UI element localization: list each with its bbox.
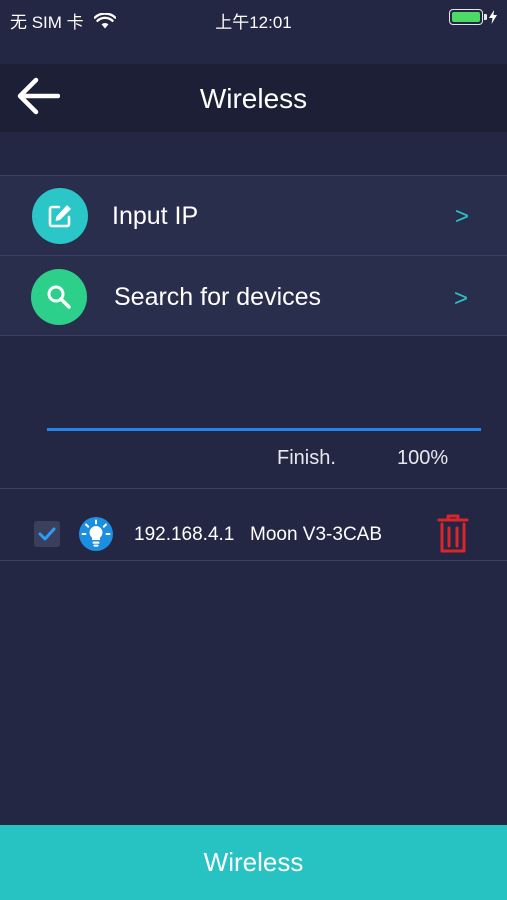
battery-fill <box>452 12 480 22</box>
checkmark-icon <box>38 527 56 541</box>
search-devices-row[interactable]: Search for devices > <box>0 255 507 336</box>
status-time: 上午12:01 <box>215 13 292 32</box>
status-right <box>449 9 497 25</box>
charging-bolt-icon <box>489 10 497 24</box>
search-icon-circle <box>31 269 87 325</box>
input-ip-row[interactable]: Input IP > <box>0 175 507 255</box>
device-ip: 192.168.4.1 <box>134 524 235 545</box>
navigation-bar: Wireless <box>0 64 507 132</box>
battery-icon <box>449 9 487 25</box>
trash-icon <box>437 514 469 553</box>
input-ip-icon-circle <box>32 188 88 244</box>
device-checkbox[interactable] <box>34 521 60 547</box>
edit-icon <box>48 205 71 228</box>
progress-bar-fill <box>47 428 481 431</box>
bulb-icon <box>79 517 113 551</box>
battery-tip <box>484 14 487 20</box>
status-bar: 无 SIM 卡 上午12:01 <box>0 0 507 36</box>
progress-status: Finish. <box>277 447 336 469</box>
chevron-right-icon: > <box>454 203 469 230</box>
device-name: Moon V3-3CAB <box>250 524 383 545</box>
input-ip-label: Input IP <box>112 202 199 230</box>
chevron-right-icon: > <box>453 285 468 312</box>
search-icon <box>47 285 71 309</box>
delete-button[interactable] <box>436 513 470 555</box>
wireless-button[interactable]: Wireless <box>0 825 507 900</box>
page-title: Wireless <box>199 83 308 114</box>
progress-bar <box>47 428 481 431</box>
device-row: 192.168.4.1 Moon V3-3CAB <box>0 488 507 561</box>
search-devices-label: Search for devices <box>114 283 322 311</box>
progress-percent: 100% <box>397 447 449 469</box>
